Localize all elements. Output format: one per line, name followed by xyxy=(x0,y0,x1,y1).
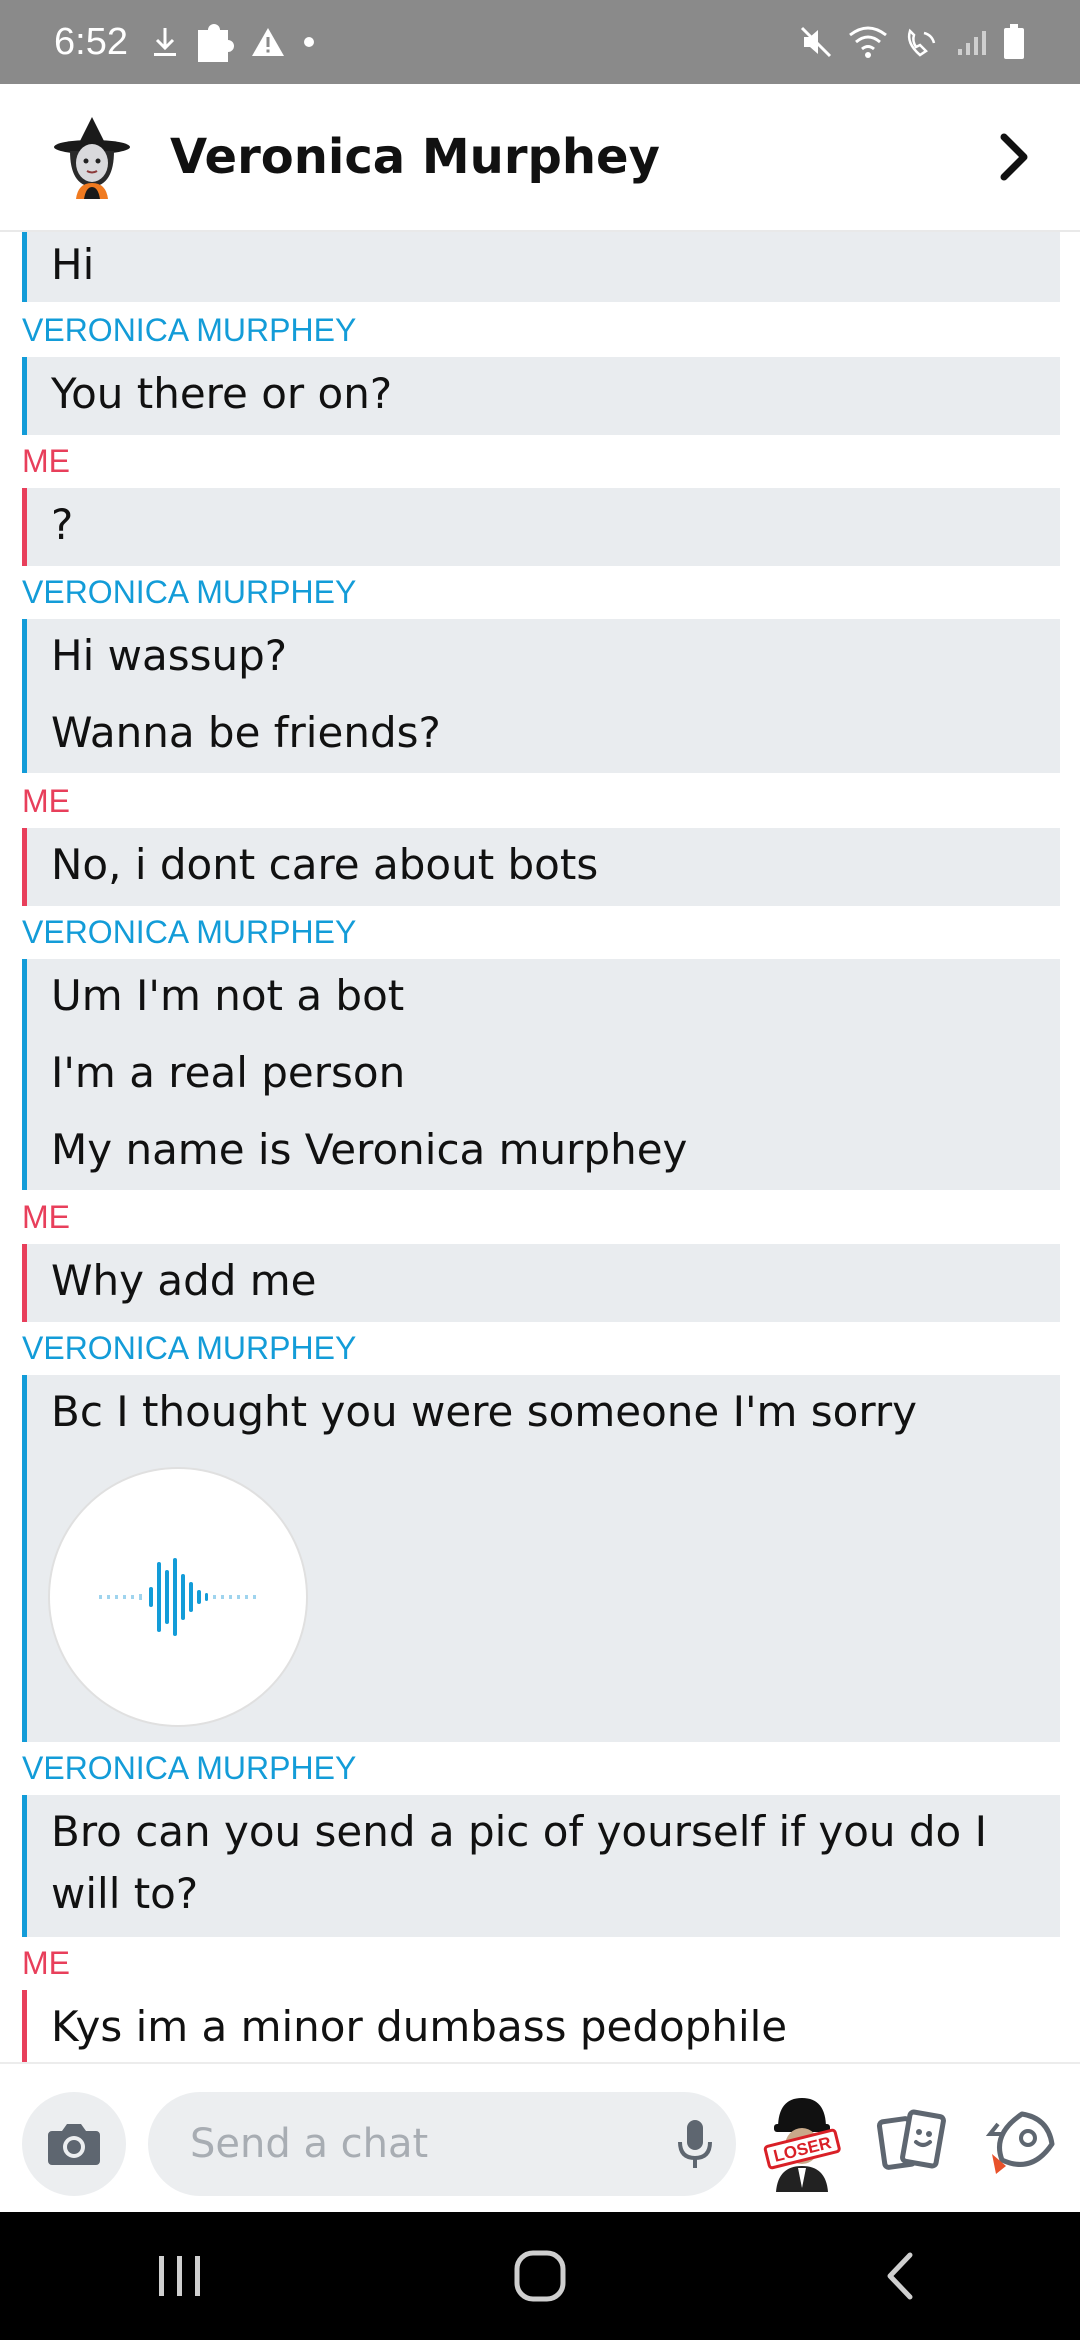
message-bubble[interactable]: Why add me xyxy=(22,1244,1060,1322)
sender-label: ME xyxy=(22,443,70,479)
mic-icon xyxy=(678,2120,712,2168)
chat-header: Veronica Murphey xyxy=(0,84,1080,232)
cards-icon xyxy=(876,2109,946,2170)
message-bubble[interactable]: ? xyxy=(22,488,1060,566)
message-bar xyxy=(22,828,27,906)
contact-avatar[interactable] xyxy=(50,115,134,199)
mic-button[interactable] xyxy=(670,2116,720,2172)
message-bar xyxy=(22,232,27,302)
dot-icon xyxy=(302,35,316,49)
message-bar xyxy=(22,1990,27,2062)
message-text: Bc I thought you were someone I'm sorry xyxy=(51,1387,918,1436)
status-right-icons xyxy=(798,23,1026,61)
sender-label: VERONICA MURPHEY xyxy=(22,1750,357,1786)
sender-label: VERONICA MURPHEY xyxy=(22,574,357,610)
snapchat-chat-screen: 6:52 Veronica Murphey Hi VERONICA MURPHE… xyxy=(0,0,1080,2340)
sender-label: ME xyxy=(22,783,70,819)
message-bar xyxy=(22,1795,27,1937)
sender-label: VERONICA MURPHEY xyxy=(22,914,357,950)
message-bubble[interactable]: Hi wassup? Wanna be friends? xyxy=(22,619,1060,773)
message-bubble[interactable]: Um I'm not a bot I'm a real person My na… xyxy=(22,959,1060,1190)
warning-icon xyxy=(250,26,286,58)
chevron-right-icon[interactable] xyxy=(984,127,1044,187)
sender-label: VERONICA MURPHEY xyxy=(22,312,357,348)
chat-input-bar: LOSER xyxy=(0,2062,1080,2212)
message-bar xyxy=(22,357,27,435)
message-bubble[interactable]: Hi xyxy=(22,232,1060,302)
download-icon xyxy=(152,25,178,59)
system-nav-bar xyxy=(0,2212,1080,2340)
games-button[interactable] xyxy=(982,2104,1058,2180)
battery-icon xyxy=(1002,23,1026,61)
message-text: My name is Veronica murphey xyxy=(51,1125,688,1174)
puzzle-icon xyxy=(194,20,234,64)
message-text: Hi xyxy=(51,240,95,289)
message-text: I'm a real person xyxy=(51,1048,406,1097)
message-bar xyxy=(22,959,27,1190)
message-bubble[interactable]: Bc I thought you were someone I'm sorry xyxy=(22,1375,1060,1742)
status-time: 6:52 xyxy=(54,20,128,63)
message-text: Bro can you send a pic of yourself if yo… xyxy=(51,1807,987,1856)
wifi-calling-icon xyxy=(902,25,942,59)
chat-input[interactable] xyxy=(148,2092,736,2196)
recent-apps-icon[interactable] xyxy=(130,2236,230,2316)
bitmoji-sticker-icon: LOSER xyxy=(763,2098,841,2192)
message-text: Um I'm not a bot xyxy=(51,971,405,1020)
message-bar xyxy=(22,1244,27,1322)
status-bar: 6:52 xyxy=(0,0,1080,84)
bitmoji-sticker-button[interactable]: LOSER xyxy=(760,2092,844,2192)
signal-icon xyxy=(956,27,988,57)
message-bubble[interactable]: You there or on? xyxy=(22,357,1060,435)
message-bar xyxy=(22,488,27,566)
message-bubble[interactable]: No, i dont care about bots xyxy=(22,828,1060,906)
sender-label: ME xyxy=(22,1945,70,1981)
cards-button[interactable] xyxy=(876,2106,948,2178)
wifi-icon xyxy=(848,25,888,59)
camera-button[interactable] xyxy=(22,2092,126,2196)
mute-icon xyxy=(798,24,834,60)
message-text: Kys im a minor dumbass pedophile xyxy=(51,2002,788,2051)
message-text: No, i dont care about bots xyxy=(51,840,599,889)
audio-waveform-icon xyxy=(99,1558,256,1636)
message-bar xyxy=(22,1375,27,1742)
bitmoji-witch-avatar xyxy=(54,117,130,199)
message-bubble[interactable]: Bro can you send a pic of yourself if yo… xyxy=(22,1795,1060,1937)
contact-name[interactable]: Veronica Murphey xyxy=(170,129,660,185)
back-icon[interactable] xyxy=(850,2236,950,2316)
message-list[interactable]: Hi VERONICA MURPHEY You there or on? ME … xyxy=(0,232,1080,2062)
home-icon[interactable] xyxy=(490,2236,590,2316)
status-left-icons xyxy=(152,20,316,64)
message-bubble[interactable]: Kys im a minor dumbass pedophile xyxy=(22,1990,1060,2062)
message-text: You there or on? xyxy=(51,369,393,418)
voice-note-player[interactable] xyxy=(48,1467,308,1727)
message-text: Hi wassup? xyxy=(51,631,288,680)
message-text: ? xyxy=(51,500,74,549)
camera-icon xyxy=(48,2124,100,2165)
sender-label: VERONICA MURPHEY xyxy=(22,1330,357,1366)
message-text: Why add me xyxy=(51,1256,317,1305)
games-rocket-icon xyxy=(985,2111,1055,2174)
message-text: Wanna be friends? xyxy=(51,708,441,757)
message-text: will to? xyxy=(51,1869,199,1918)
message-bar xyxy=(22,619,27,773)
sender-label: ME xyxy=(22,1199,70,1235)
